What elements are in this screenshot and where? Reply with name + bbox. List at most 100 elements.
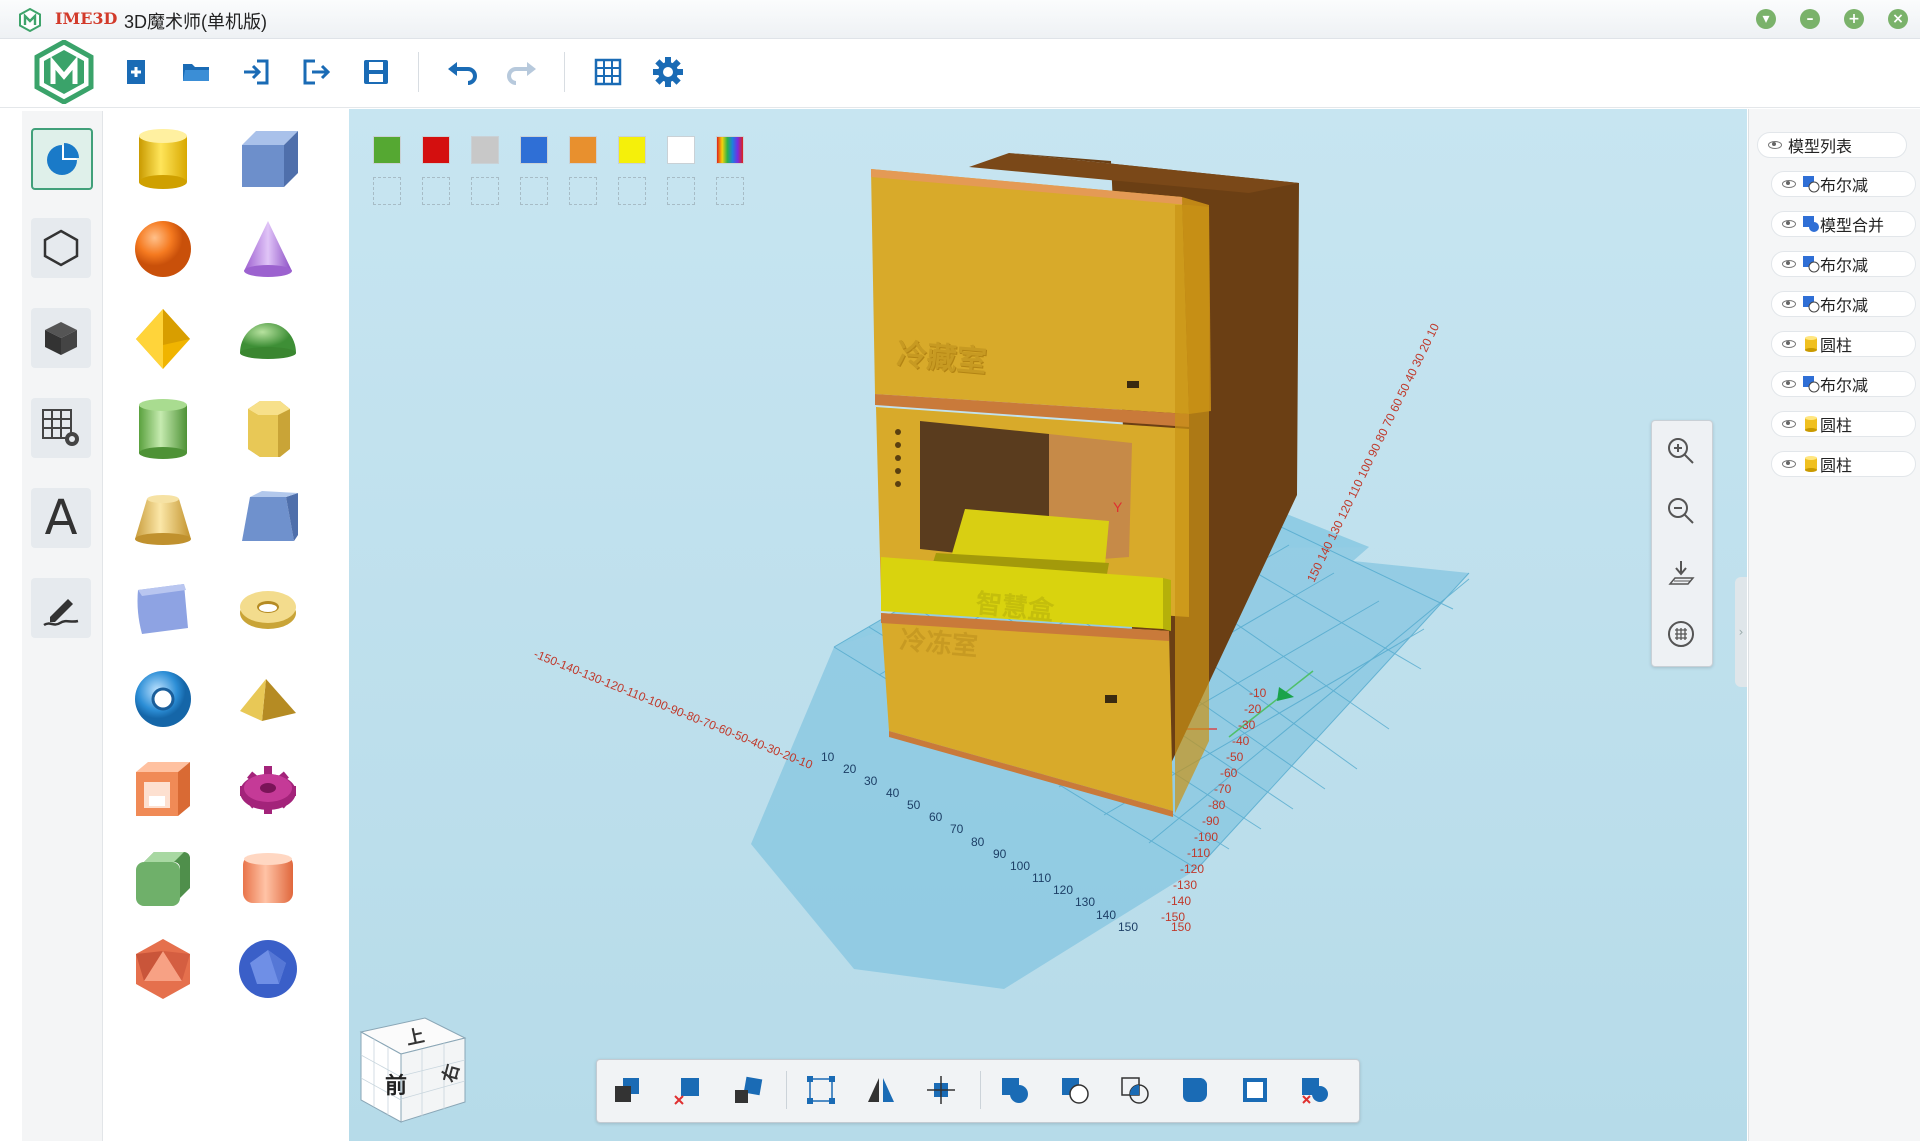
- close-icon[interactable]: ×: [1888, 9, 1908, 29]
- intersect-icon[interactable]: [1114, 1069, 1156, 1111]
- swatch-green[interactable]: [373, 136, 401, 164]
- frustum-shape[interactable]: [128, 484, 198, 554]
- cube-icon[interactable]: [31, 308, 91, 368]
- svg-text:-80: -80: [1208, 798, 1226, 812]
- grid-settings-icon[interactable]: [31, 398, 91, 458]
- boolean-subtract-icon: [1803, 256, 1820, 273]
- color-slot[interactable]: [520, 177, 548, 205]
- color-slot[interactable]: [422, 177, 450, 205]
- svg-text:-100: -100: [1194, 830, 1218, 844]
- sphere-shape[interactable]: [128, 214, 198, 284]
- tree-item[interactable]: 模型合并: [1771, 211, 1916, 237]
- maximize-icon[interactable]: +: [1844, 9, 1864, 29]
- visibility-eye-icon[interactable]: [1782, 460, 1796, 468]
- torus-shape[interactable]: [128, 664, 198, 734]
- move-icon[interactable]: [726, 1069, 768, 1111]
- hollow-icon[interactable]: [1174, 1069, 1216, 1111]
- color-slot[interactable]: [471, 177, 499, 205]
- tree-item[interactable]: 布尔减: [1771, 291, 1916, 317]
- visibility-eye-icon[interactable]: [1782, 380, 1796, 388]
- visibility-eye-icon[interactable]: [1782, 340, 1796, 348]
- shell-icon[interactable]: [1234, 1069, 1276, 1111]
- save-icon[interactable]: [356, 52, 396, 92]
- visibility-eye-icon[interactable]: [1782, 180, 1796, 188]
- zoom-in-icon[interactable]: [1661, 431, 1701, 471]
- mirror-icon[interactable]: [860, 1069, 902, 1111]
- color-slot[interactable]: [569, 177, 597, 205]
- cone-shape[interactable]: [233, 214, 303, 284]
- drop-to-plane-icon[interactable]: [1661, 553, 1701, 593]
- visibility-eye-icon[interactable]: [1782, 260, 1796, 268]
- swatch-white[interactable]: [667, 136, 695, 164]
- text-icon[interactable]: A: [31, 488, 91, 548]
- svg-text:50: 50: [907, 798, 921, 812]
- color-slot[interactable]: [618, 177, 646, 205]
- undo-icon[interactable]: [442, 52, 482, 92]
- swatch-gray[interactable]: [471, 136, 499, 164]
- view-cube-front-label[interactable]: 前: [385, 1068, 407, 1100]
- tree-item[interactable]: 布尔减: [1771, 171, 1916, 197]
- delete-icon[interactable]: [666, 1069, 708, 1111]
- minimize-icon[interactable]: –: [1800, 9, 1820, 29]
- redo-icon[interactable]: [502, 52, 542, 92]
- wedge-shape[interactable]: [233, 484, 303, 554]
- box-shape[interactable]: [233, 124, 303, 194]
- union-icon[interactable]: [994, 1069, 1036, 1111]
- model-list-root[interactable]: 模型列表: [1757, 132, 1907, 158]
- tree-item[interactable]: 圆柱: [1771, 451, 1916, 477]
- octahedron-shape[interactable]: [128, 304, 198, 374]
- tree-item[interactable]: 布尔减: [1771, 251, 1916, 277]
- visibility-eye-icon[interactable]: [1768, 141, 1782, 149]
- open-folder-icon[interactable]: [176, 52, 216, 92]
- y-positive-ticks: 150 140 130 120 110 100 90 80 70 60 50 4…: [1304, 321, 1442, 585]
- visibility-eye-icon[interactable]: [1782, 420, 1796, 428]
- tree-item[interactable]: 圆柱: [1771, 331, 1916, 357]
- cushion-shape[interactable]: [128, 574, 198, 644]
- gear-shape[interactable]: [233, 754, 303, 824]
- cylinder-shape[interactable]: [128, 124, 198, 194]
- color-slot[interactable]: [667, 177, 695, 205]
- center-icon[interactable]: [920, 1069, 962, 1111]
- swatch-orange[interactable]: [569, 136, 597, 164]
- tree-item[interactable]: 圆柱: [1771, 411, 1916, 437]
- swatch-rainbow[interactable]: [716, 136, 744, 164]
- zoom-out-icon[interactable]: [1661, 491, 1701, 531]
- color-slot[interactable]: [373, 177, 401, 205]
- swatch-blue[interactable]: [520, 136, 548, 164]
- svg-text:-140: -140: [1167, 894, 1191, 908]
- hemisphere-shape[interactable]: [233, 304, 303, 374]
- basic-shapes-icon[interactable]: [31, 128, 93, 190]
- subtract-icon[interactable]: [1054, 1069, 1096, 1111]
- visibility-eye-icon[interactable]: [1782, 220, 1796, 228]
- toolbar-separator: [418, 52, 419, 92]
- hollow-box-shape[interactable]: [128, 754, 198, 824]
- 3d-viewport[interactable]: -150 -140 -130 -120 -110 -100 -90 -80 -70 -60 -50 -…: [349, 109, 1747, 1141]
- swatch-yellow[interactable]: [618, 136, 646, 164]
- tree-item[interactable]: 布尔减: [1771, 371, 1916, 397]
- swatch-red[interactable]: [422, 136, 450, 164]
- dodecahedron-shape[interactable]: [233, 934, 303, 1004]
- rounded-cylinder-shape[interactable]: [233, 844, 303, 914]
- bounding-box-icon[interactable]: [800, 1069, 842, 1111]
- sketch-icon[interactable]: [31, 578, 91, 638]
- rounded-cube-shape[interactable]: [128, 844, 198, 914]
- green-cylinder-shape[interactable]: [128, 394, 198, 464]
- import-icon[interactable]: [236, 52, 276, 92]
- copy-icon[interactable]: [606, 1069, 648, 1111]
- color-slot[interactable]: [716, 177, 744, 205]
- dropdown-icon[interactable]: ▾: [1756, 9, 1776, 29]
- ring-shape[interactable]: [233, 574, 303, 644]
- icosahedron-shape[interactable]: [128, 934, 198, 1004]
- grid-icon[interactable]: [588, 52, 628, 92]
- hex-prism-shape[interactable]: [233, 394, 303, 464]
- fit-view-icon[interactable]: [1661, 614, 1701, 654]
- hexagon-icon[interactable]: [31, 218, 91, 278]
- new-file-icon[interactable]: [116, 52, 156, 92]
- collapse-right-panel-handle[interactable]: ›: [1735, 577, 1747, 687]
- settings-icon[interactable]: [648, 52, 688, 92]
- tree-item-label: 圆柱: [1820, 458, 1853, 475]
- delete-boolean-icon[interactable]: [1294, 1069, 1336, 1111]
- visibility-eye-icon[interactable]: [1782, 300, 1796, 308]
- pyramid-shape[interactable]: [233, 664, 303, 734]
- export-icon[interactable]: [296, 52, 336, 92]
